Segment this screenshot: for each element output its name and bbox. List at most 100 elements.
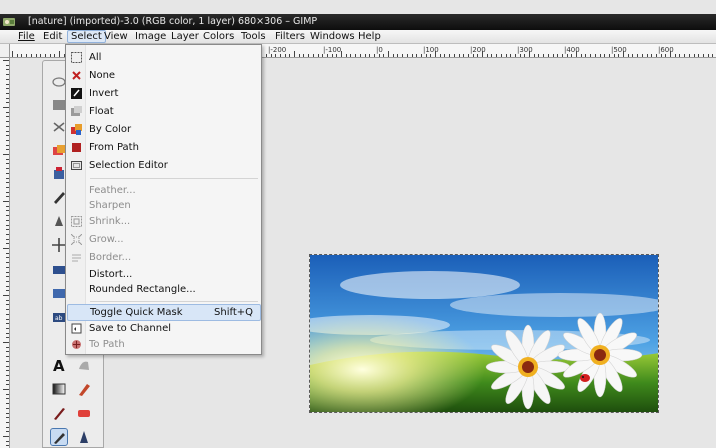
ruler-tick (632, 54, 634, 57)
to-path-icon (72, 340, 81, 349)
select-menu: All None Invert Float By Color From Path… (65, 44, 262, 355)
menu-item-invert[interactable]: Invert (67, 85, 261, 102)
ruler-tick (6, 426, 9, 428)
ruler-tick (6, 125, 9, 127)
menu-item-selection-editor[interactable]: Selection Editor (67, 157, 261, 174)
border-icon (72, 254, 81, 262)
ruler-tick (435, 51, 436, 57)
ruler-tick (298, 54, 300, 57)
float-icon (71, 106, 82, 116)
airbrush-icon[interactable] (50, 428, 68, 446)
ruler-tick (378, 54, 380, 57)
ruler-label: |500 (611, 46, 627, 54)
ruler-tick (6, 365, 9, 367)
pencil-icon[interactable] (76, 381, 92, 397)
ruler-tick (6, 215, 9, 217)
ruler-tick (388, 51, 389, 57)
menu-item-border[interactable]: Border... (67, 249, 261, 266)
ruler-tick (467, 54, 469, 57)
ruler-tick (364, 54, 366, 57)
menu-file[interactable]: File (15, 30, 38, 43)
menu-view[interactable]: View (101, 30, 131, 43)
ruler-tick (294, 51, 295, 57)
ruler-tick (6, 276, 9, 278)
shortcut-label: Shift+Q (214, 307, 253, 318)
menu-help[interactable]: Help (355, 30, 384, 43)
gradient-icon[interactable] (51, 381, 67, 397)
eraser-icon[interactable] (76, 405, 92, 421)
nature-image (310, 255, 658, 412)
ruler-tick (674, 54, 676, 57)
ruler-tick (279, 54, 281, 57)
vertical-ruler[interactable] (0, 58, 10, 448)
ruler-tick (585, 54, 587, 57)
ruler-tick (6, 309, 9, 311)
ruler-tick (6, 163, 9, 165)
ruler-tick (604, 54, 606, 57)
menu-item-rounded-rectangle[interactable]: Rounded Rectangle... (67, 281, 261, 298)
ruler-tick (444, 54, 446, 57)
ruler-tick (331, 54, 333, 57)
menu-tools[interactable]: Tools (238, 30, 269, 43)
ruler-tick (529, 51, 530, 57)
menu-item-float[interactable]: Float (67, 103, 261, 120)
ruler-tick (289, 54, 291, 57)
menu-layer[interactable]: Layer (168, 30, 202, 43)
menu-item-toggle-quick-mask[interactable]: Toggle Quick Mask Shift+Q (67, 304, 261, 321)
svg-text:ab: ab (55, 315, 63, 322)
ruler-tick (449, 54, 451, 57)
menu-item-save-to-channel[interactable]: Save to Channel (67, 320, 261, 337)
ruler-tick (3, 342, 9, 343)
canvas-image[interactable] (309, 254, 659, 413)
ruler-tick (524, 54, 526, 57)
ruler-tick (6, 78, 9, 80)
menu-item-all[interactable]: All (67, 49, 261, 66)
ruler-corner[interactable] (0, 44, 10, 58)
ruler-tick (49, 54, 51, 57)
ruler-tick (416, 54, 418, 57)
menu-image[interactable]: Image (132, 30, 169, 43)
ruler-tick (6, 177, 9, 179)
ruler-tick (6, 64, 9, 66)
menu-item-grow[interactable]: Grow... (67, 231, 261, 248)
ruler-tick (317, 54, 319, 57)
menu-item-shrink[interactable]: Shrink... (67, 213, 261, 230)
menu-item-from-path[interactable]: From Path (67, 139, 261, 156)
ruler-tick (651, 54, 653, 57)
menu-item-to-path[interactable]: To Path (67, 336, 261, 353)
ruler-tick (6, 186, 9, 188)
menu-item-none[interactable]: None (67, 67, 261, 84)
ruler-tick (6, 421, 9, 423)
ruler-tick (482, 51, 483, 57)
ruler-label: |300 (517, 46, 533, 54)
text-tool-icon[interactable]: A (51, 357, 67, 373)
menu-item-by-color[interactable]: By Color (67, 121, 261, 138)
menu-filters[interactable]: Filters (272, 30, 308, 43)
ink-icon[interactable] (76, 429, 92, 445)
ruler-tick (519, 54, 521, 57)
ruler-tick (6, 370, 9, 372)
menu-item-sharpen[interactable]: Sharpen (67, 197, 261, 214)
menu-edit[interactable]: Edit (40, 30, 65, 43)
ruler-tick (265, 54, 267, 57)
grow-icon (71, 234, 82, 245)
smudge-icon[interactable] (76, 357, 92, 373)
ruler-tick (275, 54, 277, 57)
ruler-tick (6, 219, 9, 221)
ruler-tick (623, 51, 624, 57)
ruler-tick (392, 54, 394, 57)
ruler-tick (6, 233, 9, 235)
brush-icon[interactable] (51, 405, 67, 421)
ruler-tick (6, 379, 9, 381)
ruler-tick (486, 54, 488, 57)
window-title: [nature] (imported)-3.0 (RGB color, 1 la… (28, 16, 318, 27)
ruler-tick (684, 54, 686, 57)
ruler-tick (6, 92, 9, 94)
ruler-tick (3, 201, 9, 202)
ruler-tick (641, 54, 643, 57)
menu-colors[interactable]: Colors (200, 30, 237, 43)
ruler-tick (547, 54, 549, 57)
ruler-tick (6, 266, 9, 268)
selection-editor-icon (71, 161, 82, 170)
menu-windows[interactable]: Windows (307, 30, 358, 43)
